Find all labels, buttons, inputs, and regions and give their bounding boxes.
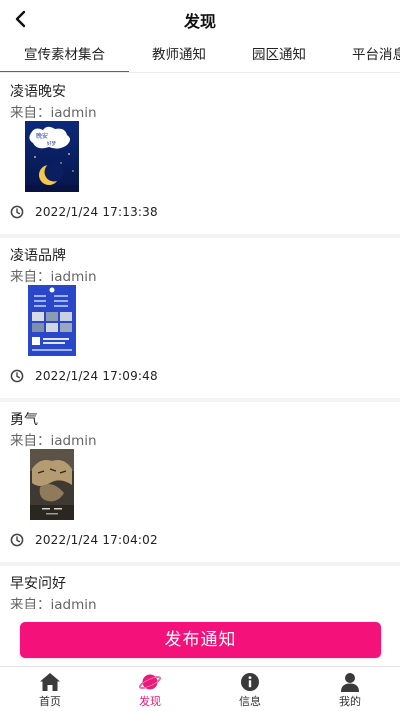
info-icon — [241, 673, 259, 691]
nav-item-home[interactable]: 首页 — [0, 667, 100, 711]
item-source: 来自：iadmin — [10, 597, 97, 609]
list-item[interactable]: 早安问好 来自：iadmin — [0, 566, 400, 609]
clock-icon — [10, 205, 24, 219]
user-icon — [341, 673, 359, 692]
clock-icon — [10, 533, 24, 547]
goodnight-moon-poster: 晚安 好梦 — [25, 121, 79, 192]
item-source: 来自：iadmin — [10, 269, 97, 285]
item-time-row: 2022/1/24 17:13:38 — [10, 204, 158, 220]
item-thumbnail[interactable] — [30, 449, 74, 520]
tab-promo-materials[interactable]: 宣传素材集合 — [0, 40, 129, 72]
item-source: 来自：iadmin — [10, 433, 97, 449]
svg-text:好梦: 好梦 — [47, 140, 56, 147]
nav-item-mine[interactable]: 我的 — [300, 667, 400, 711]
home-icon — [40, 673, 60, 691]
item-title: 凌语晚安 — [10, 84, 66, 100]
nav-label: 我的 — [339, 695, 361, 708]
courage-tiger-poster — [30, 449, 74, 520]
clock-icon — [10, 369, 24, 383]
item-source: 来自：iadmin — [10, 105, 97, 121]
nav-label: 信息 — [239, 695, 261, 708]
item-time-row: 2022/1/24 17:04:02 — [10, 532, 158, 548]
top-bar: 发现 — [0, 0, 400, 40]
list-item[interactable]: 凌语晚安 来自：iadmin 晚安 好梦 2022/1/24 17:13:38 — [0, 74, 400, 234]
tab-platform-messages[interactable]: 平台消息 — [334, 40, 400, 72]
list-item[interactable]: 勇气 来自：iadmin 2022/1/24 17:04:02 — [0, 402, 400, 562]
bottom-nav: 首页 发现 信息 我的 — [0, 666, 400, 711]
item-title: 勇气 — [10, 412, 38, 428]
category-tabs: 宣传素材集合 教师通知 园区通知 平台消息 — [0, 40, 400, 73]
planet-icon — [139, 674, 161, 690]
list-item[interactable]: 凌语品牌 来自：iadmin 2022/1/24 17:09:48 — [0, 238, 400, 398]
item-title: 早安问好 — [10, 576, 66, 592]
item-timestamp: 2022/1/24 17:09:48 — [35, 369, 158, 383]
nav-label: 发现 — [139, 695, 161, 708]
publish-notice-button[interactable]: 发布通知 — [20, 622, 381, 658]
item-thumbnail[interactable]: 晚安 好梦 — [25, 121, 79, 192]
svg-text:晚安: 晚安 — [36, 132, 48, 140]
item-time-row: 2022/1/24 17:09:48 — [10, 368, 158, 384]
nav-item-info[interactable]: 信息 — [200, 667, 300, 711]
tab-campus-notices[interactable]: 园区通知 — [234, 40, 324, 72]
nav-item-discover[interactable]: 发现 — [100, 667, 200, 711]
item-timestamp: 2022/1/24 17:13:38 — [35, 205, 158, 219]
notice-feed[interactable]: 凌语晚安 来自：iadmin 晚安 好梦 2022/1/24 17:13:38 … — [0, 74, 400, 609]
page-title: 发现 — [183, 12, 216, 31]
nav-label: 首页 — [39, 695, 61, 708]
item-timestamp: 2022/1/24 17:04:02 — [35, 533, 158, 547]
brand-blue-poster — [28, 285, 76, 356]
item-thumbnail[interactable] — [28, 285, 76, 356]
tab-teacher-notices[interactable]: 教师通知 — [134, 40, 224, 72]
item-title: 凌语品牌 — [10, 248, 66, 264]
